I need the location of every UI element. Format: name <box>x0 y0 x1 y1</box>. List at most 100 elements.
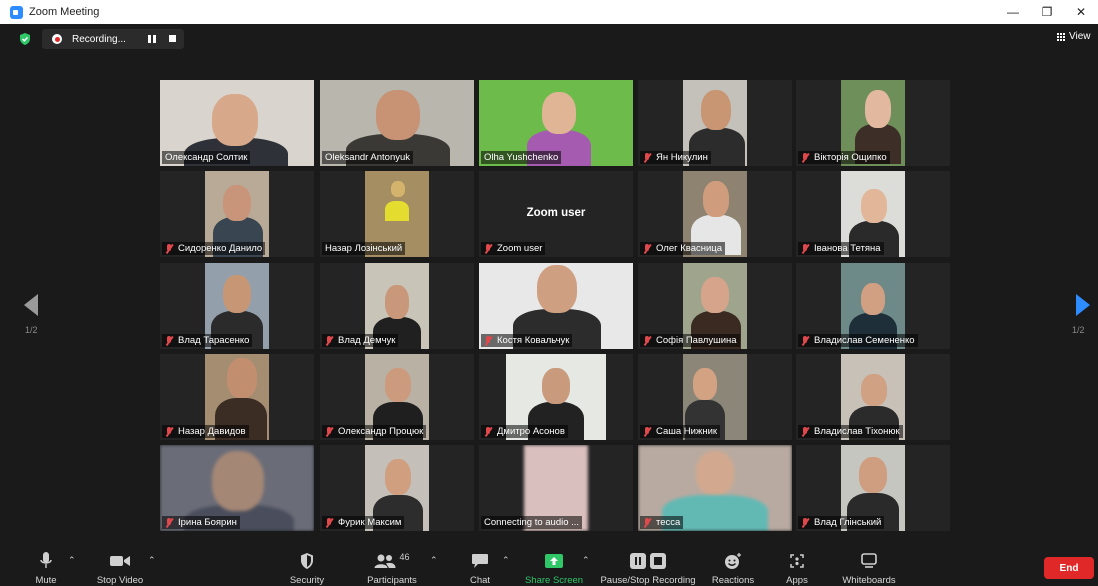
participant-tile[interactable]: Софія Павлушина <box>638 263 792 349</box>
participant-name-tag: Влад Тарасенко <box>162 334 253 347</box>
previous-page-arrow-icon[interactable] <box>24 294 38 316</box>
participant-tile[interactable]: Oleksandr Antonyuk <box>320 80 474 166</box>
participant-tile[interactable]: Ірина Боярин <box>160 445 314 531</box>
participant-head <box>701 277 729 313</box>
audio-options-chevron-icon[interactable]: ⌃ <box>68 555 76 566</box>
muted-microphone-icon <box>484 426 492 437</box>
muted-microphone-icon <box>165 426 173 437</box>
participants-button[interactable]: 46 Participants <box>364 544 420 586</box>
participant-name: Владислав Тіхонюк <box>814 426 900 437</box>
end-meeting-button[interactable]: End <box>1044 557 1094 579</box>
participant-head <box>223 275 251 313</box>
participant-body <box>385 201 409 221</box>
encryption-shield-icon[interactable] <box>18 32 32 46</box>
minimize-button[interactable]: — <box>996 0 1030 24</box>
mute-label: Mute <box>35 575 57 586</box>
muted-microphone-icon <box>643 243 651 254</box>
apps-icon <box>790 554 804 568</box>
share-screen-button[interactable]: Share Screen <box>525 544 583 586</box>
video-options-chevron-icon[interactable]: ⌃ <box>148 555 156 566</box>
share-options-chevron-icon[interactable]: ⌃ <box>582 555 590 566</box>
participant-name-tag: Влад Демчук <box>322 334 399 347</box>
participant-name: Назар Лозінський <box>325 243 403 254</box>
participant-head <box>537 265 577 313</box>
stop-video-button[interactable]: Stop Video <box>94 544 146 586</box>
participant-tile[interactable]: Олег Квасница <box>638 171 792 257</box>
participant-tile[interactable]: Саша Нижник <box>638 354 792 440</box>
muted-microphone-icon <box>484 335 492 346</box>
next-page-arrow-icon[interactable] <box>1076 294 1090 316</box>
muted-microphone-icon <box>325 335 333 346</box>
maximize-button[interactable]: ❐ <box>1030 0 1064 24</box>
participant-head <box>861 189 887 223</box>
view-button[interactable]: View <box>1056 31 1091 42</box>
participant-tile[interactable]: Олександр Солтик <box>160 80 314 166</box>
zoom-app-icon <box>10 5 23 19</box>
participant-tile[interactable]: Дмитро Асонов <box>479 354 633 440</box>
whiteboards-button[interactable]: Whiteboards <box>840 544 898 586</box>
grid-view-icon <box>1056 32 1065 41</box>
participant-name-tag: Олександр Процюк <box>322 425 427 438</box>
participant-tile[interactable]: Zoom user Zoom user <box>479 171 633 257</box>
participant-name: Ян Никулин <box>656 152 708 163</box>
participant-name-tag: Назар Лозінський <box>322 242 406 255</box>
participant-head <box>859 457 887 493</box>
page-indicator-right: 1/2 <box>1072 325 1085 335</box>
participant-name: Вікторія Ощипко <box>814 152 887 163</box>
participant-name-tag: Владислав Семененко <box>798 334 918 347</box>
participant-tile[interactable]: Владислав Тіхонюк <box>796 354 950 440</box>
participant-head <box>376 90 420 140</box>
participant-tile[interactable]: Влад Тарасенко <box>160 263 314 349</box>
chat-button[interactable]: Chat <box>468 544 492 586</box>
whiteboards-label: Whiteboards <box>842 575 896 586</box>
muted-microphone-icon <box>801 152 809 163</box>
participant-head <box>391 181 405 197</box>
participant-tile[interactable]: Назар Лозінський <box>320 171 474 257</box>
meeting-toolbar: Mute ⌃ Stop Video ⌃ Security 46 Particip… <box>0 544 1098 586</box>
participant-tile[interactable]: Фурик Максим <box>320 445 474 531</box>
muted-microphone-icon <box>643 517 651 528</box>
chat-options-chevron-icon[interactable]: ⌃ <box>502 555 510 566</box>
participant-head <box>861 374 887 406</box>
participant-tile[interactable]: Влад Глінський <box>796 445 950 531</box>
muted-microphone-icon <box>325 517 333 528</box>
participant-tile[interactable]: Connecting to audio ... <box>479 445 633 531</box>
chat-bubble-icon <box>472 554 488 568</box>
participant-head <box>223 185 251 221</box>
participant-name: Саша Нижник <box>656 426 718 437</box>
recording-dot-icon <box>52 34 62 44</box>
participant-name: Oleksandr Antonyuk <box>325 152 411 163</box>
participant-tile[interactable]: тесса <box>638 445 792 531</box>
participant-name-tag: Софія Павлушина <box>640 334 740 347</box>
participants-icon <box>374 554 396 568</box>
muted-microphone-icon <box>801 426 809 437</box>
participant-tile[interactable]: Olha Yushchenko <box>479 80 633 166</box>
participant-name-tag: Фурик Максим <box>322 516 405 529</box>
close-button[interactable]: ✕ <box>1064 0 1098 24</box>
participant-name: Connecting to audio ... <box>484 517 580 528</box>
apps-button[interactable]: Apps <box>784 544 810 586</box>
participant-tile[interactable]: Назар Давидов <box>160 354 314 440</box>
participant-tile[interactable]: Іванова Тетяна <box>796 171 950 257</box>
pause-recording-icon[interactable] <box>148 35 156 43</box>
reactions-button[interactable]: Reactions <box>710 544 756 586</box>
participant-name-tag: Олександр Солтик <box>162 151 251 164</box>
view-label: View <box>1069 31 1091 42</box>
security-button[interactable]: Security <box>286 544 328 586</box>
participant-name: Олександр Процюк <box>338 426 424 437</box>
participant-tile[interactable]: Ян Никулин <box>638 80 792 166</box>
stop-recording-icon[interactable] <box>169 35 176 42</box>
participant-tile[interactable]: Костя Ковальчук <box>479 263 633 349</box>
participant-tile[interactable]: Вікторія Ощипко <box>796 80 950 166</box>
participants-options-chevron-icon[interactable]: ⌃ <box>430 555 438 566</box>
participant-tile[interactable]: Сидоренко Данило <box>160 171 314 257</box>
participant-name: Назар Давидов <box>178 426 246 437</box>
participant-head <box>693 368 717 400</box>
participant-tile[interactable]: Влад Демчук <box>320 263 474 349</box>
participant-tile[interactable]: Владислав Семененко <box>796 263 950 349</box>
mute-button[interactable]: Mute <box>30 544 62 586</box>
share-screen-icon <box>545 554 563 568</box>
participant-tile[interactable]: Олександр Процюк <box>320 354 474 440</box>
pause-stop-recording-button[interactable]: Pause/Stop Recording <box>600 544 696 586</box>
participant-name: Фурик Максим <box>338 517 402 528</box>
